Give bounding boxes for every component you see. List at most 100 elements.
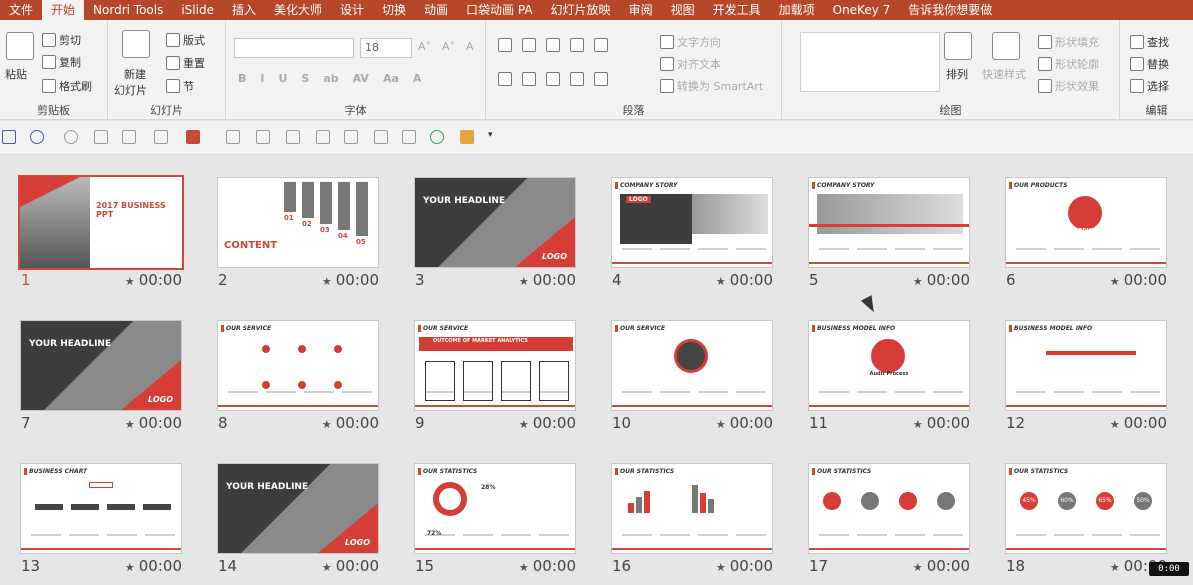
- line-spacing-icon[interactable]: [594, 38, 608, 52]
- clear-format-button[interactable]: A: [466, 40, 474, 53]
- slide-thumbnail-cell[interactable]: YOUR HEADLINELOGO3★00:00: [394, 156, 591, 299]
- slide-thumbnail[interactable]: OUR PRODUCTSPRODUCTS LIST: [1005, 177, 1167, 268]
- decrease-indent-icon[interactable]: [546, 38, 560, 52]
- section-button[interactable]: 节: [166, 78, 194, 94]
- find-button[interactable]: 查找: [1130, 34, 1169, 50]
- bullets-icon[interactable]: [498, 38, 512, 52]
- copy-button[interactable]: 复制: [42, 54, 81, 70]
- paste-icon[interactable]: [6, 32, 34, 60]
- align-center-icon[interactable]: [522, 72, 536, 86]
- convert-smartart-button[interactable]: 转换为 SmartArt: [660, 78, 763, 94]
- slide-thumbnail[interactable]: CONTENT0102030405: [217, 177, 379, 268]
- tab-4[interactable]: 插入: [223, 0, 265, 20]
- shape-effects-button[interactable]: 形状效果: [1038, 78, 1099, 94]
- color-swatch-icon[interactable]: [460, 130, 474, 144]
- slide-thumbnail-cell[interactable]: OUR STATISTICS16★00:00: [591, 442, 788, 585]
- slide-thumbnail[interactable]: OUR STATISTICS: [611, 463, 773, 554]
- distribute-icon[interactable]: [154, 130, 168, 144]
- slide-thumbnail[interactable]: OUR SERVICE: [217, 320, 379, 411]
- align-right-icon[interactable]: [546, 72, 560, 86]
- tab-10[interactable]: 幻灯片放映: [542, 0, 620, 20]
- arrange-button[interactable]: 排列: [946, 66, 968, 82]
- redo-icon[interactable]: [64, 130, 78, 144]
- slide-thumbnail-cell[interactable]: BUSINESS MODEL INFOAudit Process11★00:00: [788, 299, 985, 442]
- slide-thumbnail-cell[interactable]: OUR STATISTICS17★00:00: [788, 442, 985, 585]
- slide-thumbnail[interactable]: OUR STATISTICS: [808, 463, 970, 554]
- group-icon[interactable]: [374, 130, 388, 144]
- tab-7[interactable]: 切换: [373, 0, 415, 20]
- slide-thumbnail[interactable]: OUR SERVICEOUTCOME OF MARKET ANALYTICS: [414, 320, 576, 411]
- slide-thumbnail[interactable]: YOUR HEADLINELOGO: [217, 463, 379, 554]
- tab-11[interactable]: 审阅: [620, 0, 662, 20]
- align-top-icon[interactable]: [316, 130, 330, 144]
- align-center-icon[interactable]: [286, 130, 300, 144]
- paste-button[interactable]: 粘贴: [5, 66, 27, 82]
- reset-button[interactable]: 重置: [166, 55, 205, 71]
- slide-thumbnail[interactable]: YOUR HEADLINELOGO: [20, 320, 182, 411]
- shapes-gallery[interactable]: [800, 32, 940, 92]
- shrink-font-button[interactable]: A˅: [442, 40, 455, 53]
- tab-2[interactable]: Nordri Tools: [84, 0, 172, 20]
- new-slide-dropdown[interactable]: 幻灯片: [114, 82, 147, 98]
- quick-styles-icon[interactable]: [992, 32, 1020, 60]
- circle-icon[interactable]: [430, 130, 444, 144]
- font-name-box[interactable]: [234, 38, 354, 58]
- align-text-button[interactable]: 对齐文本: [660, 56, 721, 72]
- slide-thumbnail-cell[interactable]: OUR SERVICEOUTCOME OF MARKET ANALYTICS9★…: [394, 299, 591, 442]
- format-painter-button[interactable]: 格式刷: [42, 78, 92, 94]
- arrange-icon[interactable]: [944, 32, 972, 60]
- layout-button[interactable]: 版式: [166, 32, 205, 48]
- slide-thumbnail[interactable]: COMPANY STORYLOGO: [611, 177, 773, 268]
- cut-button[interactable]: 剪切: [42, 32, 81, 48]
- slide-thumbnail[interactable]: YOUR HEADLINELOGO: [414, 177, 576, 268]
- slide-thumbnail-cell[interactable]: OUR SERVICE8★00:00: [197, 299, 394, 442]
- tab-12[interactable]: 视图: [662, 0, 704, 20]
- slide-thumbnail[interactable]: 2017 BUSINESS PPT: [18, 175, 184, 270]
- presenter-icon[interactable]: [94, 130, 108, 144]
- slide-thumbnail-cell[interactable]: YOUR HEADLINELOGO14★00:00: [197, 442, 394, 585]
- slide-thumbnail[interactable]: BUSINESS CHART: [20, 463, 182, 554]
- slide-thumbnail[interactable]: COMPANY STORY: [808, 177, 970, 268]
- tab-14[interactable]: 加载项: [770, 0, 824, 20]
- ungroup-icon[interactable]: [402, 130, 416, 144]
- font-color-button[interactable]: A: [413, 72, 422, 85]
- slide-thumbnail-cell[interactable]: COMPANY STORY5★00:00: [788, 156, 985, 299]
- justify-icon[interactable]: [570, 72, 584, 86]
- tab-15[interactable]: OneKey 7: [824, 0, 900, 20]
- fill-color-icon[interactable]: [186, 130, 200, 144]
- slide-thumbnail-cell[interactable]: OUR SERVICE10★00:00: [591, 299, 788, 442]
- tab-5[interactable]: 美化大师: [265, 0, 331, 20]
- tab-8[interactable]: 动画: [415, 0, 457, 20]
- bold-button[interactable]: B: [238, 72, 246, 85]
- slide-thumbnail-cell[interactable]: COMPANY STORYLOGO4★00:00: [591, 156, 788, 299]
- replace-button[interactable]: 替换: [1130, 56, 1169, 72]
- shape-fill-button[interactable]: 形状填充: [1038, 34, 1099, 50]
- strikethrough-button[interactable]: S: [301, 72, 309, 85]
- shape-outline-button[interactable]: 形状轮廓: [1038, 56, 1099, 72]
- align-icon[interactable]: [122, 130, 136, 144]
- slide-thumbnail-cell[interactable]: YOUR HEADLINELOGO7★00:00: [0, 299, 197, 442]
- italic-button[interactable]: I: [260, 72, 264, 85]
- slide-thumbnail[interactable]: OUR SERVICE: [611, 320, 773, 411]
- new-slide-icon[interactable]: [122, 30, 150, 58]
- grow-font-button[interactable]: A˄: [418, 40, 431, 53]
- tab-16[interactable]: 告诉我你想要做: [899, 0, 1001, 20]
- tab-6[interactable]: 设计: [331, 0, 373, 20]
- tab-1[interactable]: 开始: [42, 0, 84, 20]
- slide-thumbnail-cell[interactable]: OUR PRODUCTSPRODUCTS LIST6★00:00: [985, 156, 1182, 299]
- tab-9[interactable]: 口袋动画 PA: [457, 0, 542, 20]
- tab-0[interactable]: 文件: [0, 0, 42, 20]
- numbering-icon[interactable]: [522, 38, 536, 52]
- align-bottom-icon[interactable]: [344, 130, 358, 144]
- quick-styles-button[interactable]: 快速样式: [982, 66, 1026, 82]
- increase-indent-icon[interactable]: [570, 38, 584, 52]
- tab-13[interactable]: 开发工具: [704, 0, 770, 20]
- slide-thumbnail[interactable]: OUR STATISTICS45%60%65%50%: [1005, 463, 1167, 554]
- slide-thumbnail-cell[interactable]: OUR STATISTICS28%72%15★00:00: [394, 442, 591, 585]
- select-button[interactable]: 选择: [1130, 78, 1169, 94]
- text-direction-button[interactable]: 文字方向: [660, 34, 721, 50]
- slide-thumbnail[interactable]: OUR STATISTICS28%72%: [414, 463, 576, 554]
- slide-thumbnail[interactable]: BUSINESS MODEL INFO: [1005, 320, 1167, 411]
- align-middle-icon[interactable]: [256, 130, 270, 144]
- format-icon[interactable]: [226, 130, 240, 144]
